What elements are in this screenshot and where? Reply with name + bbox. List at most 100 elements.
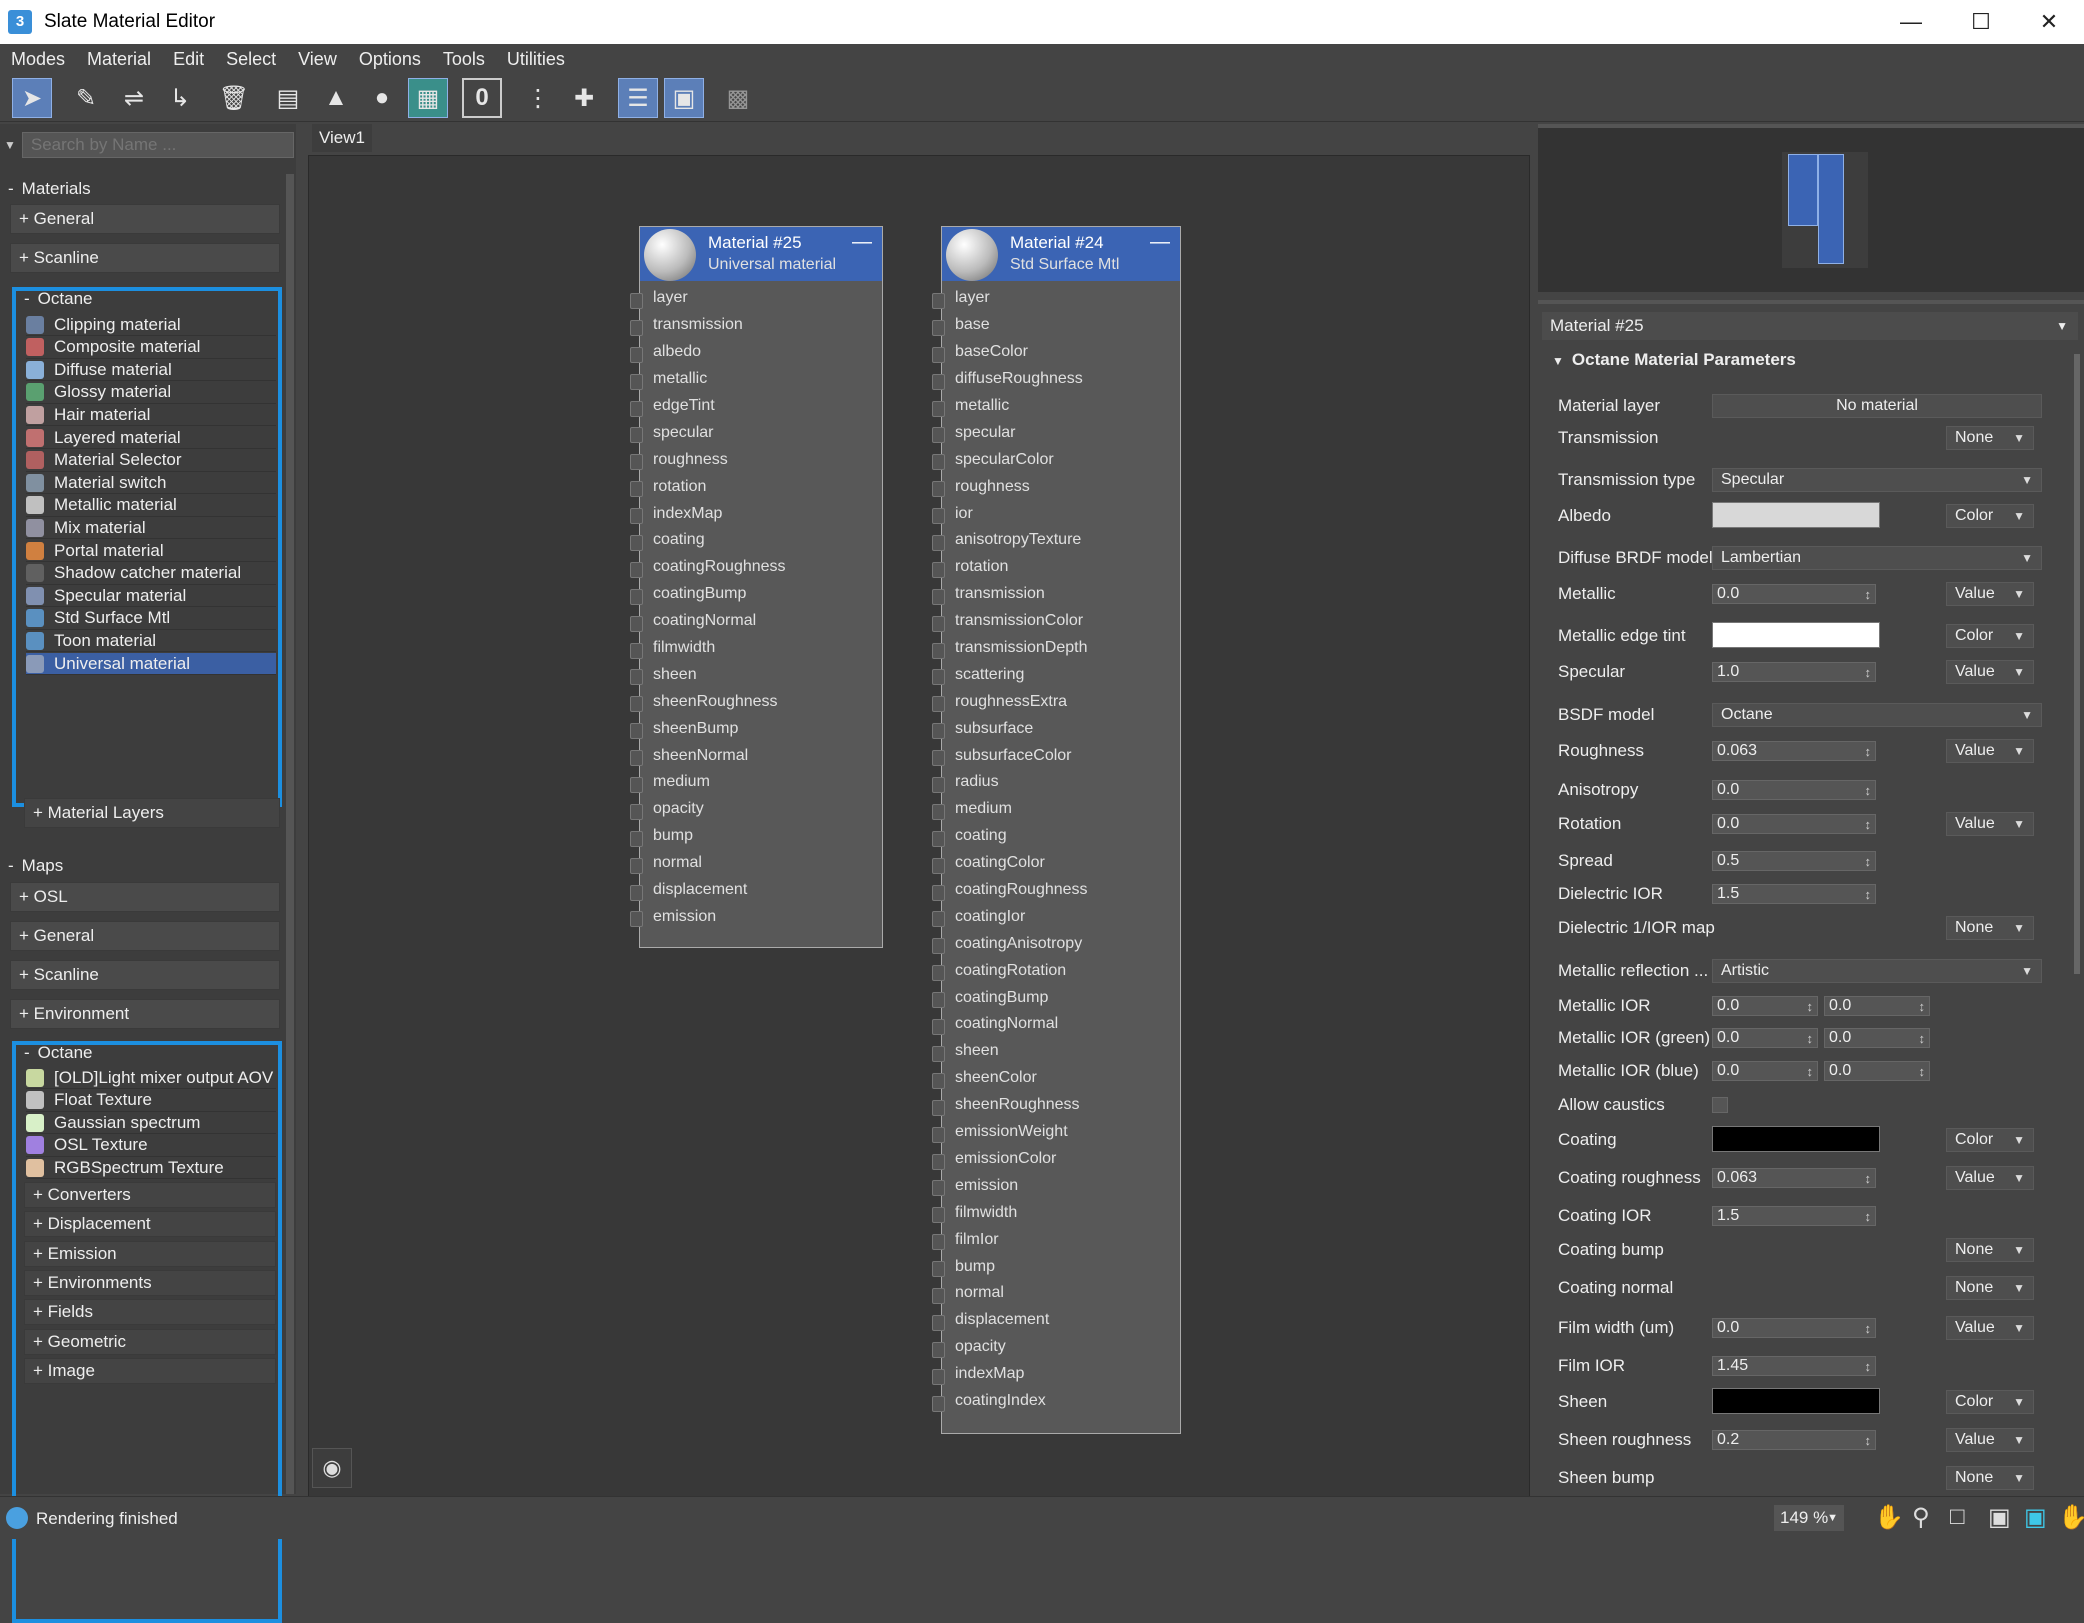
param-spinner-rotation[interactable]: 0.0 [1712, 814, 1876, 834]
slot-sheenroughness[interactable]: sheenRoughness [932, 1092, 1180, 1119]
color-swatch-metallic-edge-tint[interactable] [1712, 622, 1880, 648]
material-item-toon-material[interactable]: Toon material [26, 630, 276, 653]
slot-sheenbump[interactable]: sheenBump [630, 715, 882, 742]
slot-layer[interactable]: layer [630, 285, 882, 312]
pick-object-icon[interactable]: ✚ [564, 78, 604, 118]
slot-filmwidth[interactable]: filmwidth [630, 635, 882, 662]
param-spinner-specular[interactable]: 1.0 [1712, 662, 1876, 682]
slot-displacement[interactable]: displacement [932, 1307, 1180, 1334]
material-item-specular-material[interactable]: Specular material [26, 585, 276, 608]
hide-unused-icon[interactable]: ⋮ [518, 78, 558, 118]
layout-icon[interactable]: ▤ [268, 78, 308, 118]
param-spinner-metallic-ior-blue[interactable]: 0.0 [1712, 1061, 1818, 1081]
maps-subcategory-emission[interactable]: + Emission [24, 1240, 276, 1267]
slot-radius[interactable]: radius [932, 769, 1180, 796]
param-mode-transmission[interactable]: None [1946, 426, 2034, 450]
category-scanline[interactable]: + Scanline [10, 243, 280, 273]
chevron-down-icon[interactable]: ▼ [4, 138, 16, 152]
slot-anisotropytexture[interactable]: anisotropyTexture [932, 527, 1180, 554]
param-mode-sheen-bump[interactable]: None [1946, 1466, 2034, 1490]
param-spinner-roughness[interactable]: 0.063 [1712, 741, 1876, 761]
slot-coatingior[interactable]: coatingIor [932, 903, 1180, 930]
slot-roughness[interactable]: roughness [630, 446, 882, 473]
slot-specularcolor[interactable]: specularColor [932, 446, 1180, 473]
slot-metallic[interactable]: metallic [932, 393, 1180, 420]
param-mode-metallic-edge-tint[interactable]: Color [1946, 624, 2034, 648]
menu-select[interactable]: Select [215, 49, 287, 70]
param-dropdown-diffuse-brdf-model[interactable]: Lambertian [1712, 546, 2042, 570]
slot-sheennormal[interactable]: sheenNormal [630, 742, 882, 769]
color-swatch-sheen[interactable] [1712, 1388, 1880, 1414]
slot-coatinganisotropy[interactable]: coatingAnisotropy [932, 930, 1180, 957]
materials-header[interactable]: - Materials [0, 174, 282, 204]
zoom-region-icon[interactable]: □ [1950, 1503, 1965, 1531]
param-dropdown-metallic-reflection[interactable]: Artistic [1712, 959, 2042, 983]
maps-subcategory-environments[interactable]: + Environments [24, 1269, 276, 1296]
slot-rotation[interactable]: rotation [630, 473, 882, 500]
material-id-icon[interactable]: 0 [462, 78, 502, 118]
slot-sheenroughness[interactable]: sheenRoughness [630, 688, 882, 715]
slot-coatingnormal[interactable]: coatingNormal [932, 1011, 1180, 1038]
material-item-glossy-material[interactable]: Glossy material [26, 382, 276, 404]
slot-opacity[interactable]: opacity [932, 1334, 1180, 1361]
rollout-header[interactable]: ▼ Octane Material Parameters [1552, 350, 1796, 370]
param-mode-sheen[interactable]: Color [1946, 1390, 2034, 1414]
slot-ior[interactable]: ior [932, 500, 1180, 527]
slot-coatingroughness[interactable]: coatingRoughness [932, 877, 1180, 904]
navigator-preview[interactable] [1782, 152, 1868, 268]
param-mode-coating-roughness[interactable]: Value [1946, 1166, 2034, 1190]
slot-coatingindex[interactable]: coatingIndex [932, 1388, 1180, 1415]
menu-tools[interactable]: Tools [432, 49, 496, 70]
param-mode-rotation[interactable]: Value [1946, 812, 2034, 836]
slot-coatingroughness[interactable]: coatingRoughness [630, 554, 882, 581]
slot-layer[interactable]: layer [932, 285, 1180, 312]
param-mode-metallic[interactable]: Value [1946, 582, 2034, 606]
param-dropdown-bsdf-model[interactable]: Octane [1712, 703, 2042, 727]
color-swatch-coating[interactable] [1712, 1126, 1880, 1152]
param-spinner-coating-ior[interactable]: 1.5 [1712, 1206, 1876, 1226]
maps-subcategory-displacement[interactable]: + Displacement [24, 1211, 276, 1238]
material-item-shadow-catcher-material[interactable]: Shadow catcher material [26, 563, 276, 585]
param-spinner2-metallic-ior[interactable]: 0.0 [1824, 996, 1930, 1016]
material-item-mix-material[interactable]: Mix material [26, 517, 276, 540]
slot-filmwidth[interactable]: filmwidth [932, 1199, 1180, 1226]
maps-category-scanline[interactable]: + Scanline [10, 960, 280, 990]
slot-filmior[interactable]: filmIor [932, 1226, 1180, 1253]
layout-all-icon[interactable]: ☰ [618, 78, 658, 118]
checker-background-icon[interactable]: ▦ [408, 78, 448, 118]
slot-scattering[interactable]: scattering [932, 661, 1180, 688]
param-spinner-spread[interactable]: 0.5 [1712, 851, 1876, 871]
assign-material-icon[interactable]: ⇌ [114, 78, 154, 118]
slot-coating[interactable]: coating [932, 823, 1180, 850]
slot-bump[interactable]: bump [932, 1253, 1180, 1280]
param-spinner-film-width-um[interactable]: 0.0 [1712, 1318, 1876, 1338]
slot-coatingbump[interactable]: coatingBump [932, 984, 1180, 1011]
sphere-preview-icon[interactable]: ● [362, 78, 402, 118]
slot-normal[interactable]: normal [932, 1280, 1180, 1307]
material-item-diffuse-material[interactable]: Diffuse material [26, 359, 276, 382]
octane-maps-header[interactable]: - Octane [16, 1038, 276, 1068]
pan-hand-icon[interactable]: ✋ [1874, 1503, 1904, 1532]
slot-medium[interactable]: medium [630, 769, 882, 796]
slot-metallic[interactable]: metallic [630, 366, 882, 393]
maps-header[interactable]: - Maps [0, 851, 282, 881]
slot-coatingrotation[interactable]: coatingRotation [932, 957, 1180, 984]
param-mode-coating-bump[interactable]: None [1946, 1238, 2034, 1262]
param-mode-coating[interactable]: Color [1946, 1128, 2034, 1152]
slot-transmissiondepth[interactable]: transmissionDepth [932, 635, 1180, 662]
slot-emissionweight[interactable]: emissionWeight [932, 1119, 1180, 1146]
slot-transmission[interactable]: transmission [630, 312, 882, 339]
param-spinner-dielectric-ior[interactable]: 1.5 [1712, 884, 1876, 904]
param-spinner-metallic[interactable]: 0.0 [1712, 584, 1876, 604]
map-item-rgbspectrum-texture[interactable]: RGBSpectrum Texture [26, 1157, 276, 1180]
slot-coatingbump[interactable]: coatingBump [630, 581, 882, 608]
slot-subsurface[interactable]: subsurface [932, 715, 1180, 742]
layout-children-icon[interactable]: ▲ [316, 78, 356, 118]
slot-roughness[interactable]: roughness [932, 473, 1180, 500]
node-header[interactable]: Material #24 Std Surface Mtl — [942, 227, 1180, 281]
slot-subsurfacecolor[interactable]: subsurfaceColor [932, 742, 1180, 769]
param-mode-coating-normal[interactable]: None [1946, 1276, 2034, 1300]
slot-emission[interactable]: emission [630, 903, 882, 930]
menu-edit[interactable]: Edit [162, 49, 215, 70]
pan-to-selected-icon[interactable]: ✋ [2058, 1503, 2084, 1532]
